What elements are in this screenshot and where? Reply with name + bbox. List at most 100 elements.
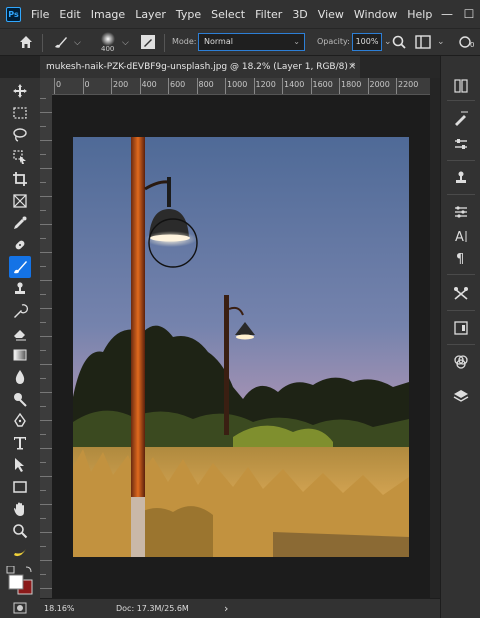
zoom-level[interactable]: 18.16%: [44, 604, 75, 613]
gradient-tool-icon[interactable]: [9, 344, 31, 366]
ruler-tick: [40, 126, 46, 127]
divider: [447, 310, 475, 311]
ruler-label: 1200: [255, 80, 276, 89]
chevron-down-icon[interactable]: ⌄: [437, 37, 445, 47]
dodge-tool-icon[interactable]: [9, 388, 31, 410]
ruler-label: 0: [56, 80, 62, 89]
layers-icon[interactable]: [451, 386, 471, 406]
quick-mask-area: [0, 598, 40, 618]
menu-type[interactable]: Type: [176, 8, 201, 21]
history-panel-icon[interactable]: [451, 76, 471, 96]
clone-source-icon[interactable]: [451, 168, 471, 188]
healing-brush-tool-icon[interactable]: [9, 234, 31, 256]
home-icon[interactable]: [18, 34, 34, 50]
pressure-size-icon[interactable]: 0: [458, 34, 478, 50]
search-icon[interactable]: [392, 35, 406, 49]
object-selection-tool-icon[interactable]: [9, 146, 31, 168]
document-tab-title: mukesh-naik-PZK-dEVBF9g-unsplash.jpg @ 1…: [46, 62, 356, 72]
workspace-icon[interactable]: [415, 35, 431, 49]
type-tool-icon[interactable]: [9, 432, 31, 454]
pen-tool-icon[interactable]: [9, 410, 31, 432]
ruler-tick: [40, 154, 46, 155]
eraser-tool-icon[interactable]: [9, 322, 31, 344]
menu-file[interactable]: File: [31, 8, 49, 21]
document-tab[interactable]: mukesh-naik-PZK-dEVBF9g-unsplash.jpg @ 1…: [40, 56, 360, 78]
ruler-tick: [40, 252, 52, 253]
paragraph-panel-icon[interactable]: ¶: [451, 248, 471, 268]
ruler-tick: [40, 434, 46, 435]
rectangle-tool-icon[interactable]: [9, 476, 31, 498]
chevron-down-icon[interactable]: ⌵: [122, 38, 129, 48]
hand-tool-icon[interactable]: [9, 498, 31, 520]
blend-mode-select[interactable]: Normal ⌄: [198, 33, 305, 51]
ruler-tick: [40, 168, 52, 169]
menu-window[interactable]: Window: [354, 8, 397, 21]
frame-tool-icon[interactable]: [9, 190, 31, 212]
brush-tool-preset-icon[interactable]: [52, 34, 70, 50]
tool-presets-icon[interactable]: [451, 284, 471, 304]
ruler-label: 1400: [284, 80, 305, 89]
brush-settings-icon[interactable]: [451, 108, 471, 128]
ruler-tick: [40, 462, 46, 463]
clone-stamp-tool-icon[interactable]: [9, 278, 31, 300]
character-panel-icon[interactable]: A: [451, 226, 471, 246]
lasso-tool-icon[interactable]: [9, 124, 31, 146]
tools-panel: [0, 78, 40, 598]
brush-settings-panel-icon[interactable]: [140, 34, 156, 50]
zoom-tool-icon[interactable]: [9, 520, 31, 542]
ruler-label: 600: [170, 80, 186, 89]
ruler-label: 200: [113, 80, 129, 89]
ruler-tick: [40, 280, 52, 281]
ruler-tick: [40, 532, 52, 533]
ruler-tick: [40, 518, 46, 519]
ruler-tick: [40, 420, 52, 421]
close-icon[interactable]: ×: [348, 56, 356, 78]
chevron-down-icon[interactable]: ⌵: [74, 38, 81, 48]
horizontal-ruler: 0 0 200 400 600 800 1000 1200 1400 1600 1800 2000 22…: [52, 78, 430, 95]
status-bar: 18.16% Doc: 17.3M/25.6M ›: [40, 598, 440, 618]
ruler-tick: [40, 406, 46, 407]
menu-edit[interactable]: Edit: [59, 8, 80, 21]
crop-tool-icon[interactable]: [9, 168, 31, 190]
ruler-tick: [40, 364, 52, 365]
path-selection-tool-icon[interactable]: [9, 454, 31, 476]
brush-tool-icon[interactable]: [9, 256, 31, 278]
properties-icon[interactable]: [451, 202, 471, 222]
menu-select[interactable]: Select: [211, 8, 245, 21]
ruler-tick: [40, 350, 46, 351]
ruler-tick: [40, 336, 52, 337]
history-brush-tool-icon[interactable]: [9, 300, 31, 322]
channels-icon[interactable]: [451, 352, 471, 372]
menu-image[interactable]: Image: [91, 8, 125, 21]
chevron-right-icon[interactable]: ›: [224, 602, 228, 615]
menu-3d[interactable]: 3D: [292, 8, 307, 21]
maximize-icon[interactable]: ☐: [458, 7, 480, 21]
document-size: Doc: 17.3M/25.6M: [116, 604, 189, 613]
marquee-tool-icon[interactable]: [9, 102, 31, 124]
adjustments-icon[interactable]: [451, 134, 471, 154]
photoshop-logo[interactable]: Ps: [6, 6, 21, 22]
menu-layer[interactable]: Layer: [135, 8, 166, 21]
move-tool-icon[interactable]: [9, 80, 31, 102]
opacity-input[interactable]: 100%: [352, 33, 382, 51]
ruler-tick: [40, 210, 46, 211]
minimize-icon[interactable]: —: [436, 7, 458, 21]
ruler-tick: [40, 504, 52, 505]
ruler-label: 1000: [227, 80, 248, 89]
quick-mask-icon[interactable]: [13, 602, 27, 614]
menu-help[interactable]: Help: [407, 8, 432, 21]
eyedropper-tool-icon[interactable]: [9, 212, 31, 234]
banana-icon[interactable]: [9, 542, 31, 564]
navigator-icon[interactable]: [451, 318, 471, 338]
menu-view[interactable]: View: [318, 8, 344, 21]
menu-filter[interactable]: Filter: [255, 8, 282, 21]
chevron-down-icon: ⌄: [293, 37, 300, 46]
document-image[interactable]: [73, 137, 409, 557]
ruler-tick: [40, 182, 46, 183]
ruler-tick: [40, 448, 52, 449]
svg-text:0: 0: [470, 41, 474, 49]
blur-tool-icon[interactable]: [9, 366, 31, 388]
chevron-down-icon[interactable]: ⌄: [384, 37, 392, 47]
divider: [447, 160, 475, 161]
color-swatches-icon[interactable]: [6, 566, 34, 596]
